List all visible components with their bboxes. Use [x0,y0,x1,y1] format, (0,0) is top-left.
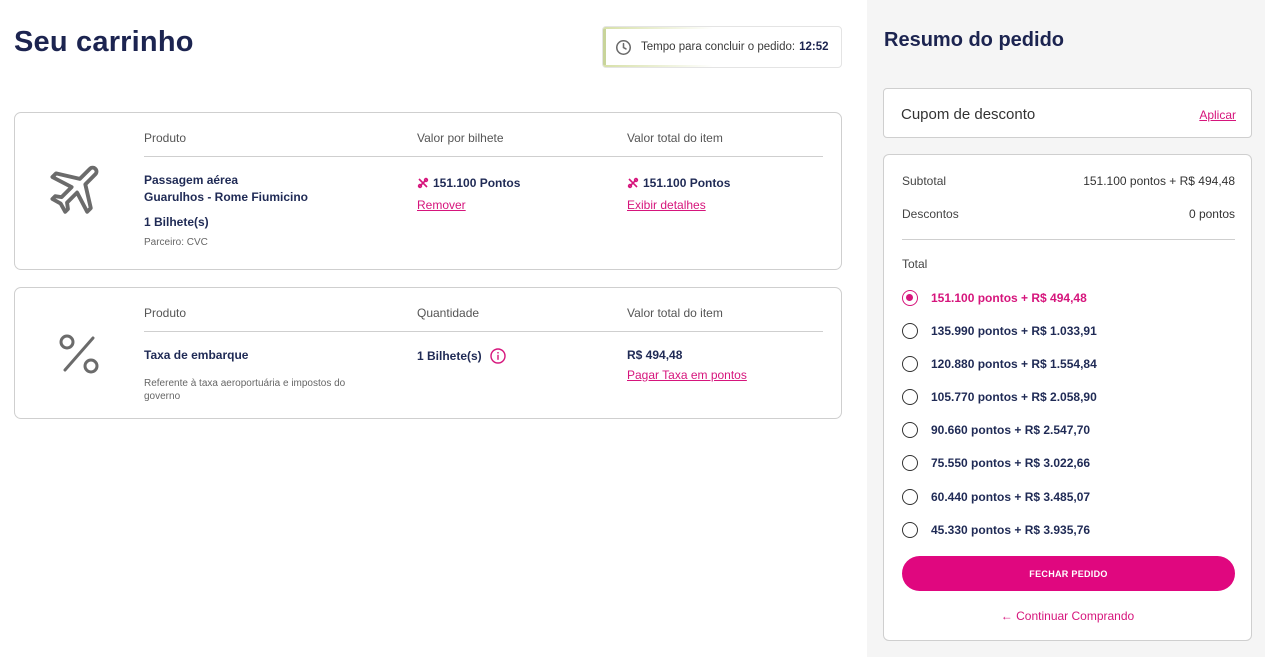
total-label: Total [902,257,928,271]
col-header-unit-value: Valor por bilhete [417,131,504,145]
product-name: Taxa de embarque [144,348,249,362]
tax-description: Referente à taxa aeroportuária e imposto… [144,378,346,402]
checkout-button[interactable]: FECHAR PEDIDO [902,556,1235,591]
summary-box: Subtotal 151.100 pontos + R$ 494,48 Desc… [883,154,1252,641]
radio-button[interactable] [902,389,918,405]
card-divider [144,331,823,332]
payment-option-label: 120.880 pontos + R$ 1.554,84 [931,357,1097,371]
unit-value: 151.100 Pontos [417,176,520,190]
payment-option-label: 75.550 pontos + R$ 3.022,66 [931,456,1091,470]
summary-divider [902,239,1235,240]
coupon-box[interactable]: Cupom de desconto Aplicar [883,88,1252,138]
coupon-label: Cupom de desconto [901,106,1036,123]
order-timer: Tempo para concluir o pedido: 12:52 [602,26,842,68]
payment-option-label: 105.770 pontos + R$ 2.058,90 [931,390,1097,404]
tax-total-value: R$ 494,48 [627,348,683,362]
col-header-total-value: Valor total do item [627,306,723,320]
subtotal-label: Subtotal [902,174,947,188]
tax-quantity: 1 Bilhete(s) [417,348,506,364]
points-icon [417,177,429,189]
radio-button[interactable] [902,522,918,538]
radio-button[interactable] [902,489,918,505]
unit-value-text: 151.100 Pontos [433,176,521,190]
remove-link[interactable]: Remover [417,198,466,212]
continue-shopping-link[interactable]: ← Continuar Comprando [884,609,1251,623]
tax-quantity-text: 1 Bilhete(s) [417,349,482,363]
radio-button[interactable] [902,290,918,306]
order-summary-panel: Resumo do pedido Cupom de desconto Aplic… [867,0,1265,657]
cart-main: Seu carrinho Tempo para concluir o pedid… [0,0,867,657]
flight-route: Guarulhos - Rome Fiumicino [144,190,309,204]
payment-option[interactable]: 120.880 pontos + R$ 1.554,84 [902,356,1097,372]
payment-option-label: 90.660 pontos + R$ 2.547,70 [931,423,1091,437]
pay-tax-points-link[interactable]: Pagar Taxa em pontos [627,368,747,382]
payment-option-label: 151.100 pontos + R$ 494,48 [931,291,1087,305]
airplane-icon [50,165,99,214]
apply-coupon-link[interactable]: Aplicar [1199,108,1236,122]
discount-label: Descontos [902,207,959,221]
col-header-total-value: Valor total do item [627,131,723,145]
payment-option[interactable]: 90.660 pontos + R$ 2.547,70 [902,422,1090,438]
timer-label: Tempo para concluir o pedido: [641,41,796,53]
radio-button[interactable] [902,422,918,438]
info-icon[interactable] [489,348,506,364]
col-header-quantity: Quantidade [417,306,480,320]
timer-value: 12:52 [799,41,829,53]
payment-option[interactable]: 105.770 pontos + R$ 2.058,90 [902,389,1097,405]
total-value: 151.100 Pontos [627,176,730,190]
payment-option[interactable]: 60.440 pontos + R$ 3.485,07 [902,489,1090,505]
cart-item-flight: Produto Valor por bilhete Valor total do… [14,112,842,270]
payment-option[interactable]: 151.100 pontos + R$ 494,48 [902,290,1087,306]
subtotal-row: Subtotal 151.100 pontos + R$ 494,48 [902,174,1235,188]
partner-label: Parceiro: CVC [144,237,208,248]
payment-option[interactable]: 135.990 pontos + R$ 1.033,91 [902,323,1097,339]
col-header-product: Produto [144,131,187,145]
discount-value: 0 pontos [1188,207,1235,221]
col-header-product: Produto [144,306,187,320]
percent-icon [59,334,99,374]
ticket-quantity: 1 Bilhete(s) [144,215,209,229]
payment-option[interactable]: 75.550 pontos + R$ 3.022,66 [902,455,1090,471]
payment-option-label: 60.440 pontos + R$ 3.485,07 [931,490,1091,504]
points-icon [627,177,639,189]
payment-option-label: 45.330 pontos + R$ 3.935,76 [931,523,1091,537]
summary-title: Resumo do pedido [884,29,1064,51]
product-name: Passagem aérea [144,173,239,187]
subtotal-value: 151.100 pontos + R$ 494,48 [1083,174,1235,188]
total-value-text: 151.100 Pontos [643,176,731,190]
discount-row: Descontos 0 pontos [902,207,1235,221]
radio-button[interactable] [902,323,918,339]
radio-button[interactable] [902,455,918,471]
details-link[interactable]: Exibir detalhes [627,198,706,212]
page-title: Seu carrinho [14,26,194,58]
payment-option[interactable]: 45.330 pontos + R$ 3.935,76 [902,522,1090,538]
card-divider [144,156,823,157]
payment-option-label: 135.990 pontos + R$ 1.033,91 [931,324,1097,338]
clock-icon [615,39,632,55]
cart-item-tax: Produto Quantidade Valor total do item T… [14,287,842,419]
radio-button[interactable] [902,356,918,372]
